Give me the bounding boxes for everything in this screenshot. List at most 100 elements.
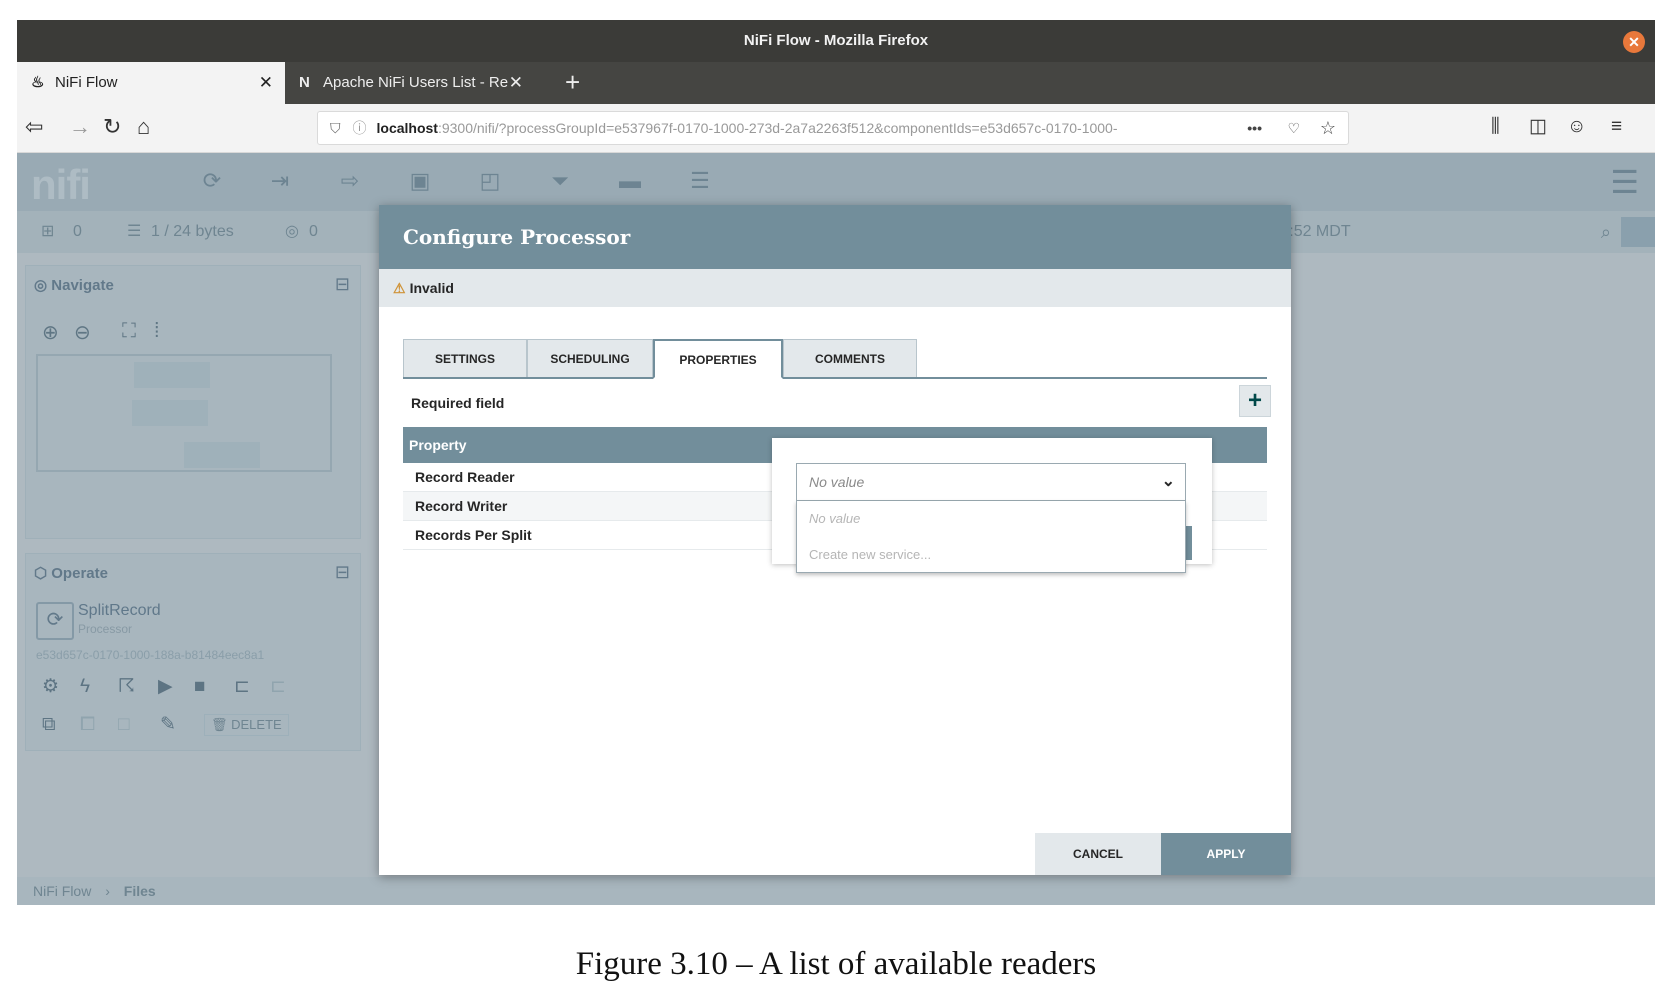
- select-options-list: No value Create new service...: [796, 501, 1186, 573]
- funnel-icon[interactable]: ⏷: [543, 166, 577, 196]
- apply-button[interactable]: APPLY: [1161, 833, 1291, 875]
- enable-icon[interactable]: ϟ: [80, 674, 90, 700]
- process-group-icon[interactable]: ▣: [403, 166, 437, 196]
- option-no-value[interactable]: No value: [809, 511, 860, 526]
- tab-scheduling[interactable]: SCHEDULING: [527, 339, 653, 377]
- nifi-logo: nifi: [31, 161, 91, 208]
- nifi-icon: ♨: [31, 74, 45, 91]
- delete-button[interactable]: 🗑 DELETE: [204, 714, 289, 736]
- configure-icon[interactable]: ⚙: [42, 674, 59, 700]
- required-field-label: Required field: [411, 395, 505, 411]
- threads-icon: ⊞: [41, 223, 55, 240]
- chevron-down-icon[interactable]: ⌄: [1162, 464, 1175, 500]
- zoom-out-icon[interactable]: ⊖: [74, 320, 91, 345]
- window-titlebar: NiFi Flow - Mozilla Firefox ✕: [17, 20, 1655, 62]
- tab-close-icon[interactable]: ✕: [259, 62, 273, 104]
- zoom-in-icon[interactable]: ⊕: [42, 320, 59, 345]
- operate-title: ⬡ Operate: [34, 565, 108, 582]
- sidebar-icon[interactable]: ◫: [1529, 112, 1547, 142]
- transmitting-count: 0: [309, 223, 318, 240]
- fit-icon[interactable]: ⛶: [122, 320, 136, 343]
- color-icon[interactable]: ✎: [160, 712, 176, 738]
- navigation-bar: ⇦ → ↻ ⌂ ⛉ ⓘ localhost:9300/nifi/?processGr…: [17, 104, 1655, 153]
- breadcrumb: NiFi Flow › Files: [17, 877, 1655, 905]
- option-create-service[interactable]: Create new service...: [809, 547, 931, 562]
- url-host: localhost: [376, 120, 438, 136]
- bulletin-board-icon[interactable]: [1621, 217, 1655, 247]
- queued-count: 1 / 24 bytes: [151, 223, 234, 240]
- tab-settings[interactable]: SETTINGS: [403, 339, 527, 377]
- shield-icon: ⛉: [330, 120, 341, 136]
- search-icon[interactable]: ⌕: [1601, 211, 1611, 253]
- dialog-title: Configure Processor: [379, 205, 1291, 269]
- template-icon[interactable]: ▬: [613, 166, 647, 196]
- paste-icon[interactable]: ⧠: [80, 712, 95, 738]
- active-threads: 0: [73, 223, 82, 240]
- label-icon[interactable]: ☰: [683, 166, 717, 196]
- navigate-title: ◎ Navigate: [34, 277, 114, 294]
- tab-close-icon[interactable]: ✕: [509, 62, 523, 104]
- component-type: Processor: [78, 622, 133, 636]
- new-tab-icon[interactable]: +: [565, 62, 580, 102]
- start-icon[interactable]: ▶: [158, 674, 173, 700]
- tab-label: NiFi Flow: [55, 74, 118, 91]
- property-name: Records Per Split: [415, 527, 532, 543]
- back-icon[interactable]: ⇦: [25, 112, 43, 142]
- global-menu-icon[interactable]: ☰: [1610, 166, 1639, 198]
- input-port-icon[interactable]: ⇥: [263, 166, 297, 196]
- nifi-toolbar: nifi ⟳ ⇥ ⇨ ▣ ◰ ⏷ ▬ ☰ ☰: [17, 153, 1655, 211]
- tab-label: Apache NiFi Users List - Re: [323, 74, 509, 91]
- screenshot: NiFi Flow - Mozilla Firefox ✕ ♨ NiFi Flow…: [17, 20, 1655, 905]
- stop-icon[interactable]: ■: [194, 674, 205, 700]
- property-name: Record Writer: [415, 498, 508, 514]
- component-name: SplitRecord: [78, 602, 161, 619]
- tab-properties[interactable]: PROPERTIES: [653, 339, 783, 379]
- configure-processor-dialog: Configure Processor ⚠ Invalid SETTINGS SC…: [379, 205, 1291, 875]
- breadcrumb-current[interactable]: Files: [124, 883, 156, 899]
- birdseye-view[interactable]: [36, 354, 332, 472]
- home-icon[interactable]: ⌂: [137, 112, 150, 142]
- status-text: Invalid: [409, 280, 454, 296]
- browser-tab-nifi-flow[interactable]: ♨ NiFi Flow ✕: [17, 62, 285, 104]
- figure-caption: Figure 3.10 – A list of available reader…: [575, 946, 1097, 982]
- collapse-icon[interactable]: ⊟: [335, 274, 350, 295]
- select-value: No value: [809, 474, 865, 490]
- group-icon[interactable]: □: [118, 712, 129, 738]
- actual-size-icon[interactable]: ⁞: [154, 320, 160, 343]
- validation-status: ⚠ Invalid: [379, 269, 1291, 307]
- create-template-icon[interactable]: ⊏: [234, 674, 250, 700]
- notion-icon: N: [299, 74, 310, 91]
- navigate-panel: ◎ Navigate ⊟ ⊕ ⊖ ⛶ ⁞: [25, 265, 361, 539]
- info-icon: ⓘ: [352, 120, 367, 136]
- forward-icon[interactable]: →: [69, 112, 91, 142]
- remote-process-group-icon[interactable]: ◰: [473, 166, 507, 196]
- menu-icon[interactable]: ≡: [1611, 112, 1622, 142]
- page-actions-icon[interactable]: •••: [1241, 112, 1262, 144]
- window-close-icon[interactable]: ✕: [1623, 31, 1645, 53]
- controller-service-select[interactable]: No value ⌄: [796, 463, 1186, 501]
- copy-icon[interactable]: ⧉: [42, 712, 56, 738]
- output-port-icon[interactable]: ⇨: [333, 166, 367, 196]
- library-icon[interactable]: ⫼: [1491, 112, 1500, 142]
- dialog-tabs: SETTINGS SCHEDULING PROPERTIES COMMENTS: [403, 339, 1267, 379]
- collapse-icon[interactable]: ⊟: [335, 562, 350, 583]
- reload-icon[interactable]: ↻: [103, 112, 121, 142]
- disable-icon[interactable]: ☈: [118, 674, 135, 700]
- upload-template-icon[interactable]: ⊏: [270, 674, 286, 700]
- processor-icon[interactable]: ⟳: [195, 166, 229, 196]
- property-value-editor: No value ⌄ No value Create new service..…: [772, 438, 1212, 573]
- property-name: Record Reader: [415, 469, 515, 485]
- cancel-button[interactable]: CANCEL: [1035, 833, 1161, 875]
- url-bar[interactable]: ⛉ ⓘ localhost:9300/nifi/?processGroupId=e5…: [317, 111, 1349, 145]
- operate-panel: ⬡ Operate ⊟ ⟳ SplitRecord Processor e53d…: [25, 553, 361, 751]
- component-id: e53d657c-0170-1000-188a-b81484eec8a1: [36, 648, 265, 662]
- add-property-button[interactable]: +: [1239, 385, 1271, 417]
- breadcrumb-root[interactable]: NiFi Flow: [33, 883, 91, 899]
- warning-icon: ⚠: [393, 280, 406, 296]
- account-icon[interactable]: ☺: [1567, 112, 1586, 142]
- pocket-icon[interactable]: ♡: [1287, 112, 1300, 144]
- tab-comments[interactable]: COMMENTS: [783, 339, 917, 377]
- breadcrumb-separator: ›: [105, 883, 110, 899]
- browser-tab-users-list[interactable]: N Apache NiFi Users List - Re ✕: [285, 62, 535, 104]
- bookmark-star-icon[interactable]: ☆: [1320, 112, 1336, 144]
